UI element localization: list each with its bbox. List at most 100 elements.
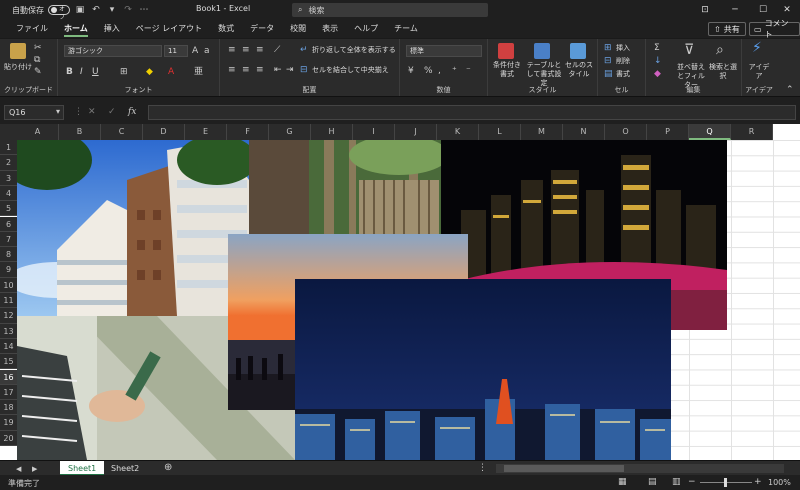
row-header-10[interactable]: 10 [0, 277, 17, 293]
column-header-r[interactable]: R [731, 124, 773, 140]
format-cells-icon[interactable]: ▤ [604, 69, 613, 79]
ribbon-tab-7[interactable]: 表示 [314, 20, 346, 38]
sort-filter-icon[interactable]: ⊽ [684, 43, 694, 57]
search-box[interactable]: ⌕ 検索 [292, 3, 488, 17]
column-header-b[interactable]: B [59, 124, 101, 140]
name-box[interactable]: Q16 [4, 105, 64, 120]
ribbon-tab-9[interactable]: チーム [386, 20, 426, 38]
row-header-18[interactable]: 18 [0, 400, 17, 416]
align-left-icon[interactable]: ≡ [228, 65, 236, 75]
column-header-q[interactable]: Q [689, 124, 731, 140]
currency-icon[interactable]: ¥ [408, 66, 414, 76]
column-header-f[interactable]: F [227, 124, 269, 140]
column-header-j[interactable]: J [395, 124, 437, 140]
name-box-dropdown-icon[interactable]: ▾ [56, 107, 60, 117]
autosum-icon[interactable]: Σ [654, 43, 660, 53]
ribbon-tab-3[interactable]: ページ レイアウト [128, 20, 210, 38]
paste-button[interactable]: 貼り付け [4, 63, 32, 72]
row-header-4[interactable]: 4 [0, 185, 17, 202]
row-header-3[interactable]: 3 [0, 170, 17, 186]
fill-color-icon[interactable]: ◆ [146, 67, 153, 77]
ribbon-tab-0[interactable]: ファイル [8, 20, 56, 38]
row-header-14[interactable]: 14 [0, 338, 17, 355]
redo-icon[interactable]: ↷ [122, 4, 134, 16]
decrease-decimal-icon[interactable]: ⁻ [466, 66, 471, 76]
align-top-icon[interactable]: ≡ [228, 45, 236, 55]
format-painter-icon[interactable]: ✎ [34, 67, 42, 77]
zoom-out-icon[interactable]: − [688, 477, 696, 487]
column-header-c[interactable]: C [101, 124, 143, 140]
zoom-slider-thumb[interactable] [724, 478, 727, 487]
orientation-icon[interactable]: ⟋ [274, 45, 280, 55]
scroll-sheets-left-icon[interactable]: ◀ [16, 464, 21, 474]
normal-view-icon[interactable]: ▦ [618, 477, 627, 487]
close-icon[interactable]: ✕ [772, 0, 800, 20]
ideas-icon[interactable]: ⚡ [752, 41, 762, 55]
scroll-sheets-right-icon[interactable]: ▶ [32, 464, 37, 474]
column-header-k[interactable]: K [437, 124, 479, 140]
italic-icon[interactable]: I [80, 67, 83, 77]
ribbon-tab-8[interactable]: ヘルプ [346, 20, 386, 38]
column-header-m[interactable]: M [521, 124, 563, 140]
merge-center-icon[interactable]: ⊟ [300, 65, 308, 75]
conditional-format-icon[interactable] [498, 43, 514, 59]
minimize-icon[interactable]: ─ [720, 0, 750, 20]
column-header-g[interactable]: G [269, 124, 311, 140]
ideas-button[interactable]: アイデア [746, 63, 772, 81]
row-header-9[interactable]: 9 [0, 262, 17, 278]
photo-bamboo-forest[interactable] [249, 140, 441, 235]
qat-customize-icon[interactable]: ⋯ [138, 4, 150, 16]
row-header-11[interactable]: 11 [0, 293, 17, 309]
tab-splitter-icon[interactable]: ⋮ [478, 463, 487, 473]
wrap-text-icon[interactable]: ↵ [300, 45, 308, 55]
align-right-icon[interactable]: ≡ [256, 65, 264, 75]
row-header-2[interactable]: 2 [0, 155, 17, 171]
increase-decimal-icon[interactable]: ⁺ [452, 66, 457, 76]
comment-button[interactable]: ▭ コメント [749, 19, 800, 39]
row-header-7[interactable]: 7 [0, 231, 17, 248]
wrap-text-button[interactable]: 折り返して全体を表示する [312, 46, 396, 55]
save-icon[interactable]: ▣ [74, 4, 86, 16]
align-bottom-icon[interactable]: ≡ [256, 45, 264, 55]
column-header-o[interactable]: O [605, 124, 647, 140]
row-header-17[interactable]: 17 [0, 384, 17, 401]
bold-icon[interactable]: B [66, 67, 73, 77]
row-header-20[interactable]: 20 [0, 430, 17, 446]
row-header-15[interactable]: 15 [0, 354, 17, 370]
merge-center-button[interactable]: セルを結合して中央揃え [312, 66, 389, 75]
underline-icon[interactable]: U [92, 67, 99, 77]
copy-icon[interactable]: ⧉ [34, 55, 40, 65]
indent-increase-icon[interactable]: ⇥ [286, 65, 294, 75]
insert-function-icon[interactable]: fx [128, 107, 136, 117]
row-header-6[interactable]: 6 [0, 216, 17, 232]
add-sheet-icon[interactable]: ⊕ [164, 463, 172, 473]
align-center-icon[interactable]: ≡ [242, 65, 250, 75]
ribbon-tab-2[interactable]: 挿入 [96, 20, 128, 38]
ribbon-display-icon[interactable]: ⊡ [690, 0, 720, 20]
conditional-format-button[interactable]: 条件付き書式 [490, 61, 524, 79]
column-header-i[interactable]: I [353, 124, 395, 140]
photo-apartment-building[interactable] [17, 140, 249, 316]
format-as-table-button[interactable]: テーブルとして書式設定 [524, 61, 564, 88]
row-header-12[interactable]: 12 [0, 308, 17, 324]
select-all-corner[interactable] [0, 124, 17, 140]
page-break-view-icon[interactable]: ▥ [672, 477, 681, 487]
sheet-tab-2[interactable]: Sheet2 [103, 461, 147, 476]
comma-icon[interactable]: , [438, 66, 441, 76]
sheet-tab-1[interactable]: Sheet1 [60, 461, 105, 476]
row-header-13[interactable]: 13 [0, 323, 17, 339]
zoom-level[interactable]: 100% [768, 478, 791, 487]
share-button[interactable]: ⇧ 共有 [708, 22, 746, 36]
cancel-icon[interactable]: ✕ [88, 107, 96, 117]
indent-decrease-icon[interactable]: ⇤ [274, 65, 282, 75]
row-header-19[interactable]: 19 [0, 415, 17, 431]
find-select-button[interactable]: 検索と選択 [708, 63, 738, 81]
font-size-dropdown[interactable]: 11 [164, 45, 188, 57]
column-header-e[interactable]: E [185, 124, 227, 140]
cell-styles-icon[interactable] [570, 43, 586, 59]
autosave-toggle[interactable]: オフ [48, 5, 70, 21]
align-middle-icon[interactable]: ≡ [242, 45, 250, 55]
insert-cells-icon[interactable]: ⊞ [604, 43, 612, 53]
row-header-16[interactable]: 16 [0, 369, 17, 385]
photo-tokyo-night-view[interactable] [295, 279, 671, 460]
